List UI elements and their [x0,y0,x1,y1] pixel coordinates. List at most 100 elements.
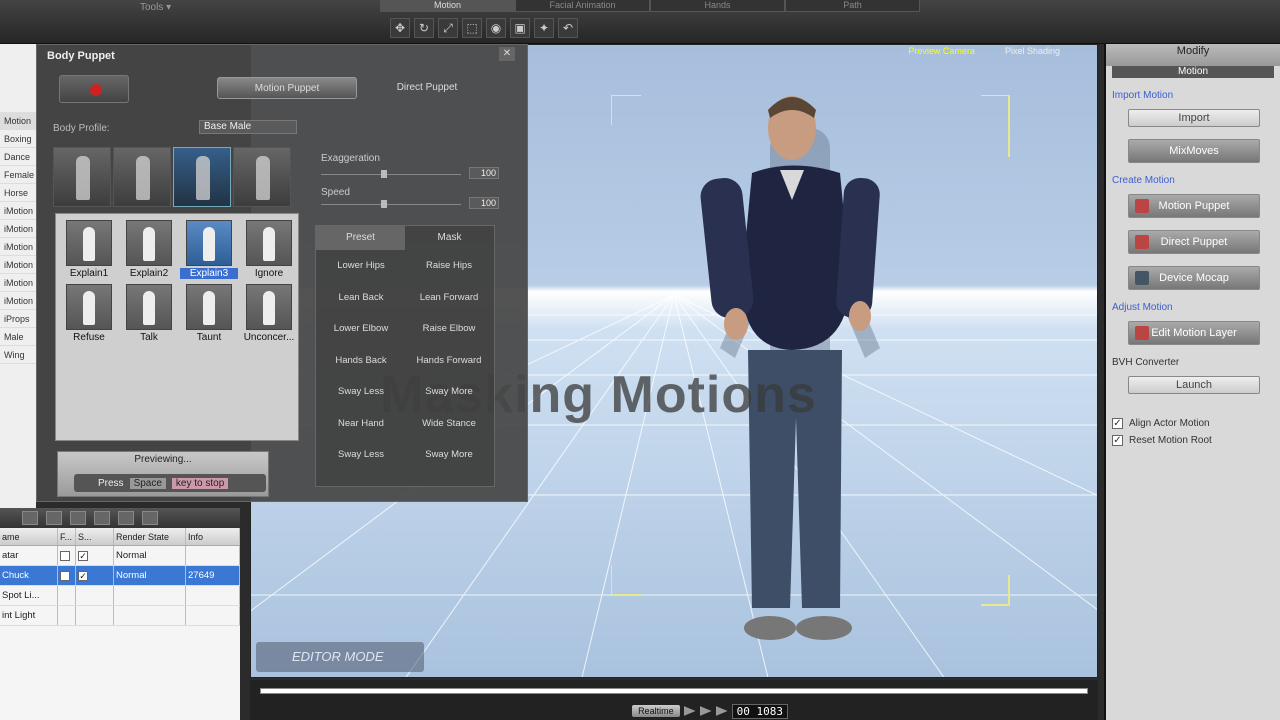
pose-item[interactable]: Talk [120,284,178,346]
render-state[interactable]: Normal [114,546,186,565]
edit-motion-layer-button[interactable]: Edit Motion Layer [1128,321,1260,345]
preset-button[interactable]: Lower Elbow [322,323,400,334]
preset-button[interactable]: Hands Back [322,355,400,366]
search-icon[interactable] [70,511,86,525]
rotate-icon[interactable]: ↻ [414,18,434,38]
preset-button[interactable]: Near Hand [322,418,400,429]
preset-button[interactable]: Raise Elbow [410,323,488,334]
speed-slider[interactable]: 100 [321,197,501,209]
col-freeze[interactable]: F... [58,528,76,545]
list-item[interactable]: iMotion [0,202,36,220]
profile-thumb[interactable] [53,147,111,207]
table-row[interactable]: Spot Li... [0,586,240,606]
body-profile-select[interactable]: Base Male [199,120,297,134]
launch-button[interactable]: Launch [1128,376,1260,394]
pose-item[interactable]: Taunt [180,284,238,346]
mixmoves-button[interactable]: MixMoves [1128,139,1260,163]
camera-select[interactable]: Preview Camera [908,44,975,66]
list-item[interactable]: iMotion [0,256,36,274]
profile-thumb[interactable] [173,147,231,207]
col-show[interactable]: S... [76,528,114,545]
checkbox[interactable]: ✓ [1112,435,1123,446]
list-item[interactable]: Wing [0,346,36,364]
list-item[interactable]: Boxing [0,130,36,148]
list-item[interactable]: iProps [0,310,36,328]
col-render-state[interactable]: Render State [114,528,186,545]
end-icon[interactable] [715,706,728,716]
pose-item[interactable]: Ignore [240,220,298,282]
exaggeration-value[interactable]: 100 [469,167,499,179]
motion-puppet-button[interactable]: Motion Puppet [1128,194,1260,218]
link-icon[interactable] [118,511,134,525]
col-info[interactable]: Info [186,528,240,545]
select-icon[interactable]: ⬚ [462,18,482,38]
pose-item[interactable]: Explain1 [60,220,118,282]
timeline-scrubber[interactable] [260,688,1088,694]
render-state[interactable]: Normal [114,566,186,585]
tab-motion-modify[interactable]: Motion [1112,66,1274,78]
move-icon[interactable]: ✥ [390,18,410,38]
undo-icon[interactable]: ↶ [558,18,578,38]
list-item[interactable]: iMotion [0,238,36,256]
preset-button[interactable]: Raise Hips [410,260,488,271]
close-icon[interactable]: ✕ [499,47,515,61]
checkbox[interactable]: ✓ [1112,418,1123,429]
checkbox[interactable] [60,571,70,581]
list-item[interactable]: iMotion [0,292,36,310]
checkbox[interactable]: ✓ [78,551,88,561]
list-item[interactable]: Dance [0,148,36,166]
frame-icon[interactable]: ▣ [510,18,530,38]
table-row[interactable]: int Light [0,606,240,626]
tab-motion[interactable]: Motion [380,0,515,12]
list-item[interactable]: Male [0,328,36,346]
table-row[interactable]: atar ✓ Normal [0,546,240,566]
exaggeration-slider[interactable]: 100 [321,167,501,179]
preset-button[interactable]: Lean Back [322,292,400,303]
pose-item[interactable]: Refuse [60,284,118,346]
preset-button[interactable]: Sway More [410,449,488,460]
sort-icon[interactable] [46,511,62,525]
tab-preset[interactable]: Preset [316,226,405,250]
checkbox[interactable] [60,551,70,561]
reset-motion-root-option[interactable]: ✓ Reset Motion Root [1106,429,1280,446]
direct-puppet-button[interactable]: Direct Puppet [1128,230,1260,254]
frame-counter[interactable]: 00 1083 [731,703,788,719]
pose-item[interactable]: Unconcer... [240,284,298,346]
realtime-toggle[interactable]: Realtime [632,705,680,717]
preset-button[interactable]: Sway Less [322,386,400,397]
settings-icon[interactable] [142,511,158,525]
slider-knob[interactable] [381,200,387,208]
device-mocap-button[interactable]: Device Mocap [1128,266,1260,290]
camera-icon[interactable]: ◉ [486,18,506,38]
play-icon[interactable] [683,706,696,716]
col-name[interactable]: ame [0,528,58,545]
preset-button[interactable]: Sway More [410,386,488,397]
tab-direct-puppet[interactable]: Direct Puppet [357,77,497,99]
filter-icon[interactable] [22,511,38,525]
next-frame-icon[interactable] [699,706,712,716]
list-item[interactable]: Horse [0,184,36,202]
preset-button[interactable]: Wide Stance [410,418,488,429]
preset-button[interactable]: Sway Less [322,449,400,460]
pose-item[interactable]: Explain2 [120,220,178,282]
list-item[interactable]: iMotion [0,274,36,292]
list-item[interactable]: Female [0,166,36,184]
preset-button[interactable]: Hands Forward [410,355,488,366]
tools-menu[interactable]: Tools ▾ [140,2,171,13]
table-row[interactable]: Chuck ✓ Normal 27649 [0,566,240,586]
profile-thumb[interactable] [113,147,171,207]
list-item[interactable]: iMotion [0,220,36,238]
tab-hands[interactable]: Hands [650,0,785,12]
align-actor-motion-option[interactable]: ✓ Align Actor Motion [1106,412,1280,429]
slider-knob[interactable] [381,170,387,178]
tab-facial-animation[interactable]: Facial Animation [515,0,650,12]
tab-motion-puppet[interactable]: Motion Puppet [217,77,357,99]
tab-mask[interactable]: Mask [405,226,494,250]
preset-button[interactable]: Lean Forward [410,292,488,303]
speed-value[interactable]: 100 [469,197,499,209]
light-icon[interactable]: ✦ [534,18,554,38]
scale-icon[interactable]: ⤢ [438,18,458,38]
group-icon[interactable] [94,511,110,525]
tab-path[interactable]: Path [785,0,920,12]
import-button[interactable]: Import [1128,109,1260,127]
